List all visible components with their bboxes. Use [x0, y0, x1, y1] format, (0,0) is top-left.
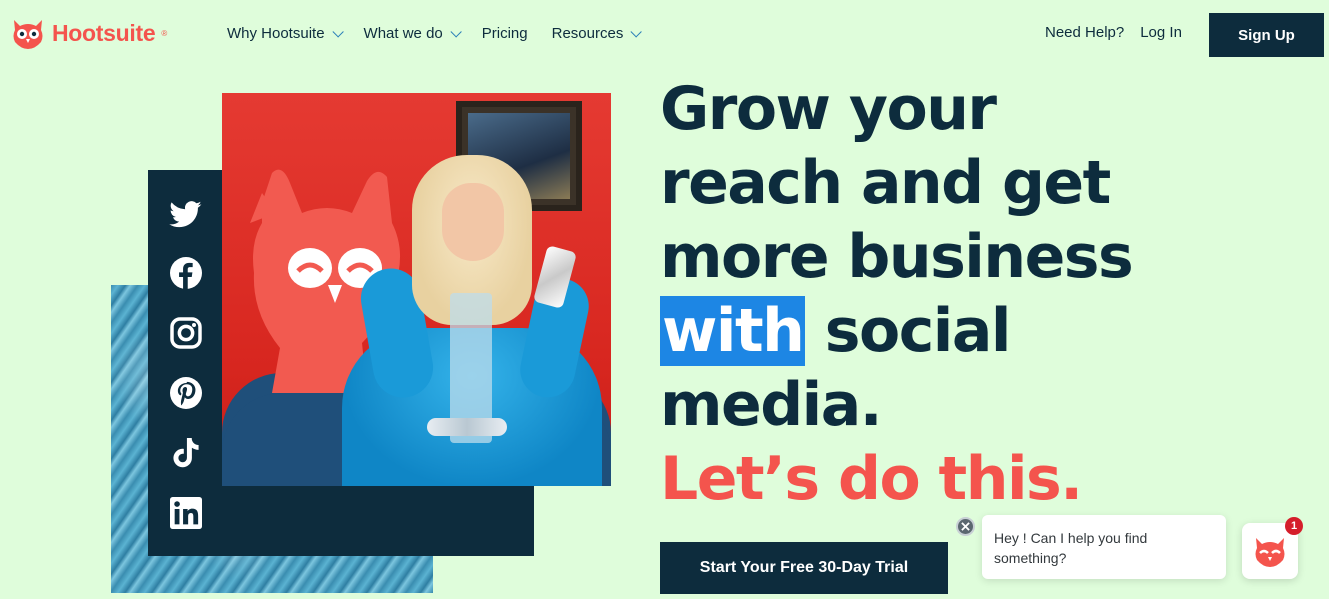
- headline-line: with social: [660, 294, 1220, 368]
- headline-text: social: [805, 296, 1012, 366]
- headline-line: Grow your: [660, 74, 997, 144]
- tiktok-icon: [168, 435, 204, 471]
- owl-chat-icon: [1255, 538, 1285, 567]
- registered-mark: ®: [161, 28, 168, 38]
- nav-resources[interactable]: Resources: [551, 25, 643, 42]
- instagram-icon: [168, 315, 204, 351]
- chevron-down-icon: [450, 25, 462, 38]
- linkedin-icon: [168, 495, 204, 531]
- pinterest-icon: [168, 375, 204, 411]
- nav-label: Pricing: [481, 25, 528, 42]
- owl-logo-icon: [13, 20, 43, 49]
- main-nav: Why Hootsuite What we do Pricing Resourc…: [227, 25, 662, 42]
- header-actions: Need Help? Log In: [1045, 24, 1182, 41]
- nav-why-hootsuite[interactable]: Why Hootsuite: [227, 25, 344, 42]
- chevron-down-icon: [332, 25, 344, 38]
- facebook-icon: [168, 255, 204, 291]
- hootsuite-logo[interactable]: Hootsuite ®: [10, 16, 167, 50]
- free-trial-button[interactable]: Start Your Free 30-Day Trial: [660, 542, 948, 594]
- nav-what-we-do[interactable]: What we do: [363, 25, 462, 42]
- headline-line: more business: [660, 222, 1134, 292]
- nav-pricing[interactable]: Pricing: [482, 25, 528, 42]
- chat-message[interactable]: Hey ! Can I help you find something?: [982, 515, 1226, 579]
- nav-label: Why Hootsuite: [227, 25, 325, 42]
- hero-headline: Grow your reach and get more business wi…: [660, 72, 1220, 516]
- headline-line: media.: [660, 370, 883, 440]
- sign-up-button[interactable]: Sign Up: [1209, 13, 1324, 57]
- close-icon: [961, 522, 970, 531]
- nav-label: What we do: [363, 25, 443, 42]
- twitter-icon: [168, 197, 204, 233]
- log-in-link[interactable]: Log In: [1140, 24, 1182, 41]
- chat-close-button[interactable]: [956, 517, 975, 536]
- notification-badge: 1: [1285, 517, 1303, 535]
- chevron-down-icon: [630, 25, 643, 38]
- need-help-link[interactable]: Need Help?: [1045, 24, 1124, 41]
- headline-line: reach and get: [660, 148, 1111, 218]
- logo-wordmark: Hootsuite: [52, 19, 156, 46]
- nav-label: Resources: [551, 25, 624, 42]
- site-header: Hootsuite ® Why Hootsuite What we do Pric…: [0, 0, 1329, 70]
- headline-cta-line: Let’s do this.: [660, 444, 1083, 514]
- highlighted-word: with: [660, 296, 806, 366]
- hero-photo: [222, 93, 611, 486]
